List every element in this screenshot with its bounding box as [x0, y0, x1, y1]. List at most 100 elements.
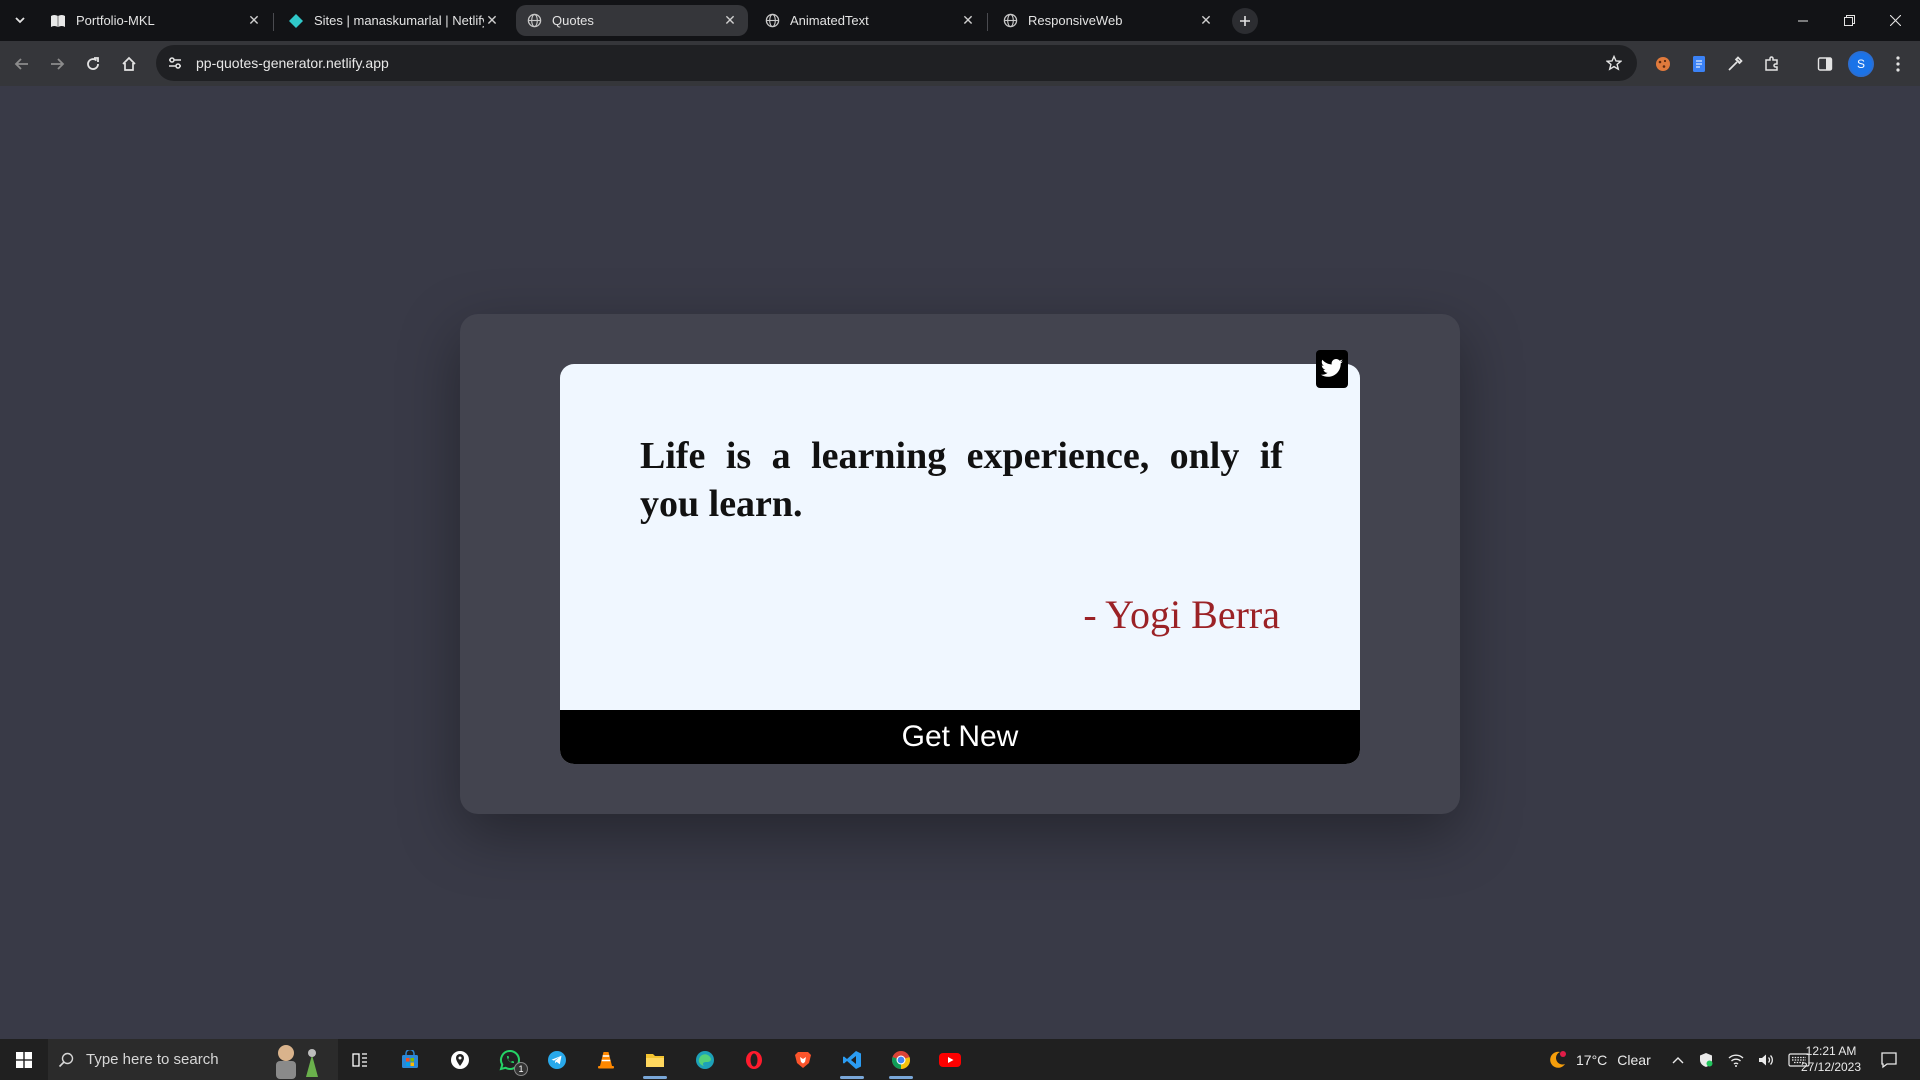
- weather-widget[interactable]: 17°C Clear: [1546, 1039, 1651, 1080]
- extension-docs-button[interactable]: [1687, 52, 1711, 76]
- arrow-left-icon: [14, 58, 28, 70]
- wifi-icon[interactable]: [1728, 1053, 1744, 1067]
- extension-cookie-button[interactable]: [1651, 52, 1675, 76]
- search-highlight-icon: [276, 1045, 318, 1079]
- taskbar-opera[interactable]: [730, 1039, 778, 1080]
- book-icon: [50, 13, 66, 29]
- tab-netlify[interactable]: Sites | manaskumarlal | Netlify ✕: [278, 4, 510, 37]
- chrome-icon: [891, 1050, 911, 1069]
- task-view-icon: [352, 1052, 367, 1067]
- close-window-button[interactable]: [1872, 0, 1918, 41]
- tab-title: Portfolio-MKL: [76, 13, 155, 28]
- site-info-button[interactable]: [160, 48, 190, 78]
- taskbar-brave[interactable]: [779, 1039, 827, 1080]
- taskbar-edge[interactable]: [681, 1039, 729, 1080]
- get-new-button[interactable]: Get New: [560, 710, 1360, 764]
- browser-menu-button[interactable]: [1886, 52, 1910, 76]
- tab-responsiveweb[interactable]: ResponsiveWeb ✕: [992, 4, 1224, 37]
- notification-icon: [1881, 1052, 1897, 1069]
- home-icon: [122, 56, 136, 71]
- taskbar-chrome[interactable]: [877, 1039, 925, 1080]
- cookie-icon: [1656, 57, 1670, 71]
- close-icon: [1889, 15, 1901, 26]
- forward-button[interactable]: [42, 49, 72, 79]
- home-button[interactable]: [114, 49, 144, 79]
- notification-center-button[interactable]: [1876, 1047, 1902, 1073]
- security-shield-icon[interactable]: [1698, 1052, 1714, 1068]
- tab-title: AnimatedText: [790, 13, 869, 28]
- new-tab-button[interactable]: [1232, 8, 1258, 34]
- bookmark-button[interactable]: [1603, 52, 1625, 74]
- reload-button[interactable]: [78, 49, 108, 79]
- notification-badge: 1: [514, 1062, 528, 1076]
- folder-icon: [646, 1053, 664, 1067]
- puzzle-icon: [1765, 56, 1778, 71]
- weather-temperature: 17°C: [1576, 1051, 1608, 1068]
- close-icon[interactable]: ✕: [960, 12, 976, 29]
- weather-condition: Clear: [1617, 1051, 1651, 1068]
- taskbar-whatsapp[interactable]: 1: [486, 1039, 534, 1080]
- task-view-button[interactable]: [336, 1039, 384, 1080]
- close-icon[interactable]: ✕: [722, 12, 738, 29]
- search-icon: [58, 1052, 74, 1067]
- taskbar-youtube[interactable]: [926, 1039, 974, 1080]
- quote-author: - Yogi Berra: [1083, 592, 1280, 637]
- weather-moon-icon: [1550, 1050, 1566, 1068]
- page-viewport: Life is a learning experience, only if y…: [0, 86, 1920, 1039]
- brave-lion-icon: [795, 1051, 811, 1068]
- chevron-up-icon[interactable]: [1672, 1055, 1684, 1065]
- side-panel-button[interactable]: [1813, 52, 1837, 76]
- browser-toolbar: pp-quotes-generator.netlify.app S: [0, 41, 1920, 86]
- close-icon[interactable]: ✕: [246, 12, 262, 29]
- profile-avatar[interactable]: S: [1848, 51, 1874, 77]
- eyedropper-icon: [1728, 56, 1743, 71]
- address-bar[interactable]: pp-quotes-generator.netlify.app: [156, 45, 1637, 81]
- url-text[interactable]: pp-quotes-generator.netlify.app: [196, 55, 389, 71]
- opera-icon: [746, 1050, 762, 1069]
- quote-container: Life is a learning experience, only if y…: [460, 314, 1460, 814]
- taskbar-vlc[interactable]: [582, 1039, 630, 1080]
- globe-icon: [526, 13, 542, 29]
- taskbar-file-explorer[interactable]: [631, 1039, 679, 1080]
- tab-quotes[interactable]: Quotes ✕: [516, 5, 748, 36]
- tweet-button[interactable]: [1316, 350, 1348, 388]
- arrow-right-icon: [51, 58, 65, 70]
- search-placeholder: Type here to search: [86, 1051, 219, 1068]
- extension-picker-button[interactable]: [1723, 52, 1747, 76]
- restore-icon: [1843, 15, 1855, 26]
- quote-card: Life is a learning experience, only if y…: [560, 364, 1360, 764]
- start-button[interactable]: [0, 1039, 48, 1080]
- taskbar-maps[interactable]: [436, 1039, 484, 1080]
- tab-animatedtext[interactable]: AnimatedText ✕: [754, 4, 988, 37]
- clock-time: 12:21 AM: [1805, 1044, 1857, 1058]
- store-icon: [402, 1049, 418, 1068]
- extensions-button[interactable]: [1760, 52, 1784, 76]
- restore-button[interactable]: [1826, 0, 1872, 41]
- edge-icon: [696, 1050, 714, 1069]
- tab-title: Sites | manaskumarlal | Netlify: [314, 13, 484, 28]
- close-icon[interactable]: ✕: [484, 12, 500, 29]
- reload-icon: [87, 57, 99, 70]
- tab-title: ResponsiveWeb: [1028, 13, 1123, 28]
- windows-logo-icon: [16, 1051, 32, 1068]
- twitter-icon: [1321, 359, 1343, 377]
- minimize-icon: [1797, 20, 1808, 22]
- taskbar-vscode[interactable]: [828, 1039, 876, 1080]
- tab-title: Quotes: [552, 13, 594, 28]
- quote-text: Life is a learning experience, only if y…: [640, 435, 1283, 525]
- taskbar-store[interactable]: [386, 1039, 434, 1080]
- taskbar-clock[interactable]: 12:21 AM 27/12/2023: [1796, 1043, 1866, 1075]
- telegram-icon: [548, 1050, 566, 1069]
- close-icon[interactable]: ✕: [1198, 12, 1214, 29]
- taskbar-telegram[interactable]: [533, 1039, 581, 1080]
- vlc-cone-icon: [598, 1051, 614, 1068]
- clock-date: 27/12/2023: [1800, 1060, 1862, 1074]
- tab-portfolio[interactable]: Portfolio-MKL ✕: [40, 4, 274, 37]
- volume-icon[interactable]: [1758, 1053, 1774, 1067]
- tab-search-button[interactable]: [6, 9, 34, 31]
- taskbar-search[interactable]: Type here to search: [48, 1039, 338, 1080]
- minimize-button[interactable]: [1780, 0, 1826, 41]
- windows-taskbar: Type here to search 1 17°C Clear 12:21 A…: [0, 1039, 1920, 1080]
- kebab-menu-icon: [1896, 56, 1900, 72]
- back-button[interactable]: [7, 49, 37, 79]
